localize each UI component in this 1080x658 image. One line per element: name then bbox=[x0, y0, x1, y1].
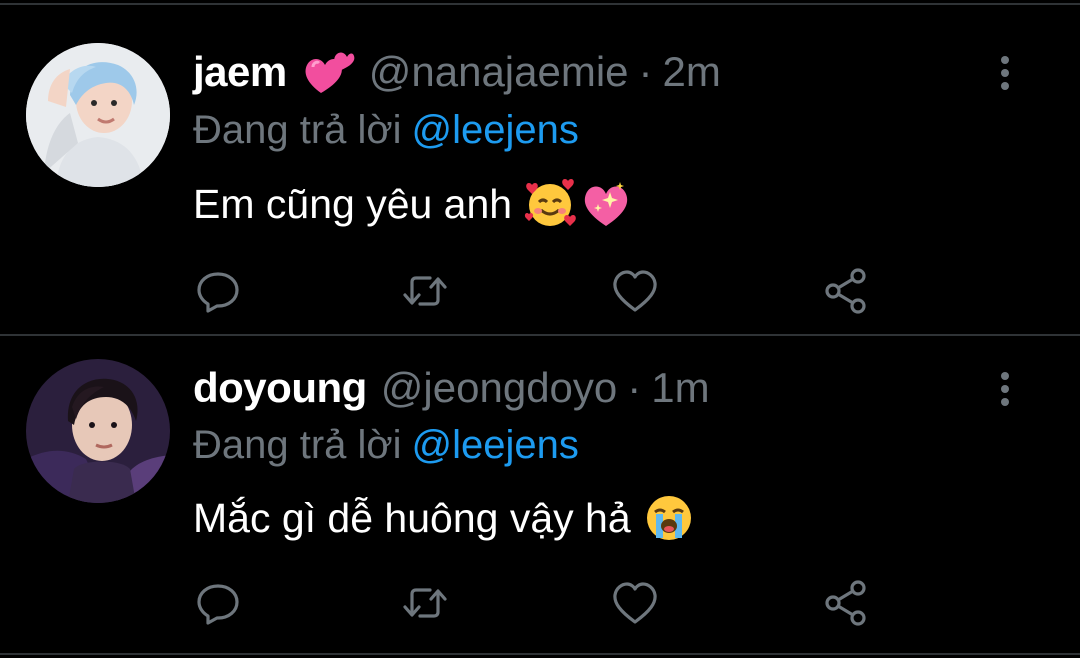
separator-dot: · bbox=[638, 48, 653, 95]
more-vertical-icon[interactable] bbox=[995, 52, 1015, 92]
replying-to-label: Đang trả lời bbox=[193, 423, 402, 467]
replying-to-label: Đang trả lời bbox=[193, 108, 402, 152]
sparkling-heart-emoji bbox=[580, 178, 632, 230]
tweet-header: jaem @nanajaemie · 2m bbox=[193, 42, 721, 102]
timeline: jaem @nanajaemie · 2m Đang trả lời @leeje… bbox=[0, 0, 1080, 658]
reply-icon[interactable] bbox=[193, 266, 243, 316]
tweet[interactable]: doyoung @jeongdoyo · 1m Đang trả lời @lee… bbox=[0, 324, 1080, 646]
loudly-crying-face-emoji bbox=[643, 492, 695, 544]
timestamp[interactable]: 2m bbox=[663, 48, 721, 96]
avatar[interactable] bbox=[26, 359, 170, 503]
more-vertical-icon[interactable] bbox=[995, 368, 1015, 408]
display-name[interactable]: doyoung bbox=[193, 364, 367, 412]
timestamp[interactable]: 1m bbox=[651, 364, 709, 412]
action-bar bbox=[0, 578, 1080, 628]
mention-link[interactable]: @leejens bbox=[412, 108, 579, 152]
bottom-divider bbox=[0, 653, 1080, 655]
display-name[interactable]: jaem bbox=[193, 48, 287, 96]
tweet-text-content: Em cũng yêu anh bbox=[193, 180, 513, 227]
two-hearts-emoji bbox=[301, 47, 355, 97]
avatar[interactable] bbox=[26, 43, 170, 187]
tweet-text: Em cũng yêu anh bbox=[193, 176, 632, 232]
mention-link[interactable]: @leejens bbox=[412, 423, 579, 467]
user-handle[interactable]: @jeongdoyo bbox=[381, 364, 617, 412]
tweet[interactable]: jaem @nanajaemie · 2m Đang trả lời @leeje… bbox=[0, 0, 1080, 322]
heart-icon[interactable] bbox=[610, 266, 660, 316]
tweet-text-content: Mắc gì dễ huông vậy hả bbox=[193, 494, 631, 541]
retweet-icon[interactable] bbox=[400, 266, 450, 316]
reply-icon[interactable] bbox=[193, 578, 243, 628]
separator-dot: · bbox=[627, 364, 642, 411]
tweet-header: doyoung @jeongdoyo · 1m bbox=[193, 358, 710, 418]
share-icon[interactable] bbox=[821, 578, 871, 628]
replying-to: Đang trả lời @leejens bbox=[193, 108, 579, 153]
replying-to: Đang trả lời @leejens bbox=[193, 423, 579, 468]
user-handle[interactable]: @nanajaemie bbox=[369, 48, 629, 96]
share-icon[interactable] bbox=[821, 266, 871, 316]
smiling-face-with-hearts-emoji bbox=[524, 178, 576, 230]
action-bar bbox=[0, 266, 1080, 316]
retweet-icon[interactable] bbox=[400, 578, 450, 628]
tweet-text: Mắc gì dễ huông vậy hả bbox=[193, 490, 695, 546]
heart-icon[interactable] bbox=[610, 578, 660, 628]
